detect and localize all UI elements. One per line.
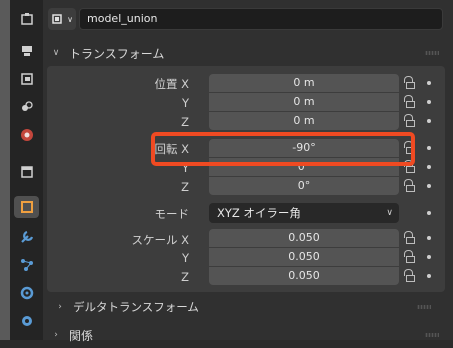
drag-grip-icon[interactable] (425, 51, 439, 55)
keyframe-dot-icon[interactable] (427, 255, 431, 259)
keyframe-dot-icon[interactable] (427, 211, 431, 215)
properties-tab-bar (10, 0, 43, 340)
chevron-down-icon: ∨ (67, 14, 73, 24)
object-type-selector[interactable]: ∨ (48, 8, 76, 30)
relations-header[interactable]: › 関係 (43, 322, 453, 348)
modifier-icon[interactable] (14, 226, 39, 248)
rotation-z-label: Z (181, 180, 189, 194)
object-icon[interactable] (14, 196, 39, 218)
transform-title: トランスフォーム (69, 46, 165, 61)
scale-x-label: スケール X (131, 233, 189, 247)
delta-transform-title: デルタトランスフォーム (73, 300, 199, 314)
keyframe-dot-icon[interactable] (427, 184, 431, 188)
viewport-edge (0, 0, 10, 340)
keyframe-dot-icon[interactable] (427, 165, 431, 169)
view-layer-icon[interactable] (14, 95, 39, 117)
keyframe-dot-icon[interactable] (427, 81, 431, 85)
location-y-field[interactable]: 0 m (209, 93, 399, 111)
lock-icon[interactable] (403, 179, 415, 193)
drag-grip-icon[interactable] (425, 333, 439, 337)
transform-panel-body: 位置 X 0 m Y 0 m Z 0 m 回転 X -90° Y 0° Z 0°… (47, 66, 445, 292)
scale-y-label: Y (181, 251, 189, 265)
delta-transform-header[interactable]: › デルタトランスフォーム (47, 296, 445, 318)
scale-x-field[interactable]: 0.050 (209, 229, 399, 247)
lock-icon[interactable] (403, 114, 415, 128)
render-icon[interactable] (14, 40, 39, 62)
world-icon[interactable] (14, 161, 39, 183)
tool-icon[interactable] (14, 8, 39, 30)
location-z-label: Z (181, 115, 189, 129)
lock-icon[interactable] (403, 76, 415, 90)
lock-icon[interactable] (403, 269, 415, 283)
keyframe-dot-icon[interactable] (427, 119, 431, 123)
location-x-field[interactable]: 0 m (209, 74, 399, 92)
mesh-object-icon (52, 14, 62, 24)
physics-icon[interactable] (14, 282, 39, 304)
chevron-down-icon: ∨ (52, 48, 60, 58)
rotation-mode-label: モード (154, 207, 190, 221)
object-name-field[interactable]: model_union (79, 8, 443, 30)
object-properties-panel: ∨ model_union ∨ トランスフォーム 位置 X 0 m Y 0 m … (43, 0, 453, 343)
location-y-label: Y (181, 96, 189, 110)
keyframe-dot-icon[interactable] (427, 146, 431, 150)
transform-panel-header[interactable]: ∨ トランスフォーム (43, 40, 453, 66)
rotation-z-field[interactable]: 0° (209, 177, 399, 195)
keyframe-dot-icon[interactable] (427, 236, 431, 240)
keyframe-dot-icon[interactable] (427, 100, 431, 104)
scene-icon[interactable] (14, 124, 39, 146)
location-x-label: 位置 X (154, 77, 189, 91)
output-icon[interactable] (14, 68, 39, 90)
scale-y-field[interactable]: 0.050 (209, 248, 399, 266)
rotation-mode-value: XYZ オイラー角 (217, 206, 301, 220)
chevron-down-icon: ∨ (386, 208, 393, 218)
lock-icon[interactable] (403, 95, 415, 109)
scale-z-field[interactable]: 0.050 (209, 267, 399, 285)
rotation-x-highlight (151, 132, 415, 166)
object-header: ∨ model_union (43, 0, 453, 40)
lock-icon[interactable] (403, 250, 415, 264)
rotation-mode-dropdown[interactable]: XYZ オイラー角 ∨ (209, 203, 399, 223)
lock-icon[interactable] (403, 231, 415, 245)
particles-icon[interactable] (14, 254, 39, 276)
location-z-field[interactable]: 0 m (209, 112, 399, 130)
relations-title: 関係 (69, 328, 94, 343)
chevron-right-icon: › (58, 302, 62, 312)
drag-grip-icon[interactable] (417, 305, 431, 309)
scale-z-label: Z (181, 270, 189, 284)
constraints-icon[interactable] (14, 310, 39, 332)
keyframe-dot-icon[interactable] (427, 274, 431, 278)
chevron-right-icon: › (54, 330, 58, 340)
